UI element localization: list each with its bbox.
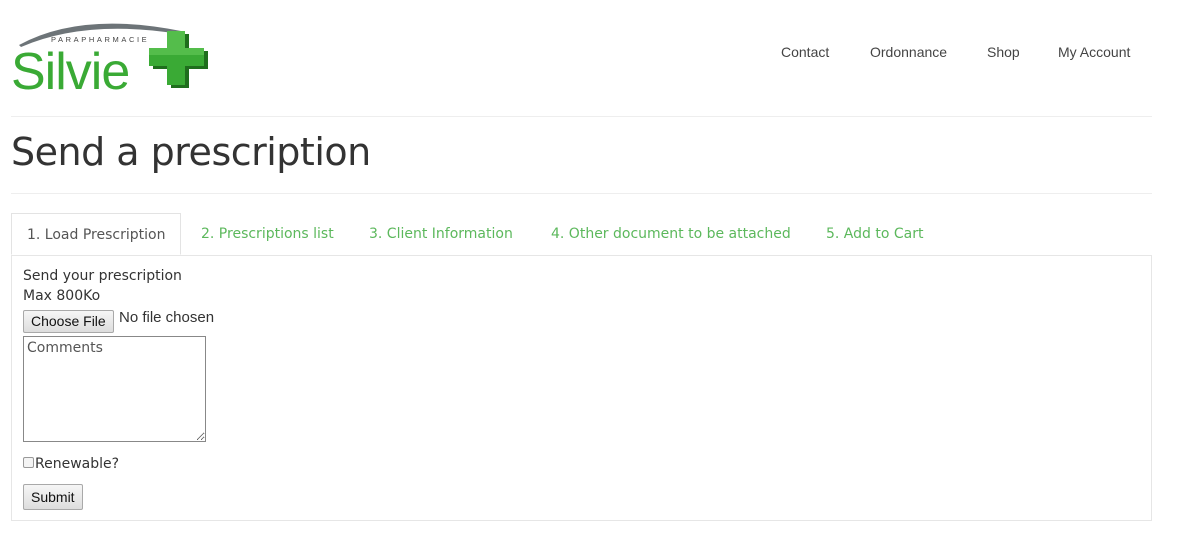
nav-link-my-account[interactable]: My Account bbox=[1058, 44, 1130, 60]
page-title: Send a prescription bbox=[11, 130, 371, 174]
header-divider bbox=[11, 116, 1152, 117]
tab-add-to-cart[interactable]: 5. Add to Cart bbox=[826, 213, 923, 255]
comments-textarea[interactable] bbox=[23, 336, 206, 442]
tab-prescriptions-list[interactable]: 2. Prescriptions list bbox=[201, 213, 334, 255]
site-header: PARAPHARMACIE Silvie Contact Ordonnance … bbox=[0, 0, 1187, 117]
renewable-label: Renewable? bbox=[35, 456, 120, 472]
nav-link-ordonnance[interactable]: Ordonnance bbox=[870, 44, 947, 60]
main-nav: Contact Ordonnance Shop My Account bbox=[0, 44, 1187, 64]
tab-panel-load-prescription: Send your prescription Max 800Ko Choose … bbox=[11, 255, 1152, 521]
form-heading: Send your prescription bbox=[23, 268, 182, 284]
renewable-checkbox[interactable] bbox=[23, 457, 34, 468]
prescription-tabs: 1. Load Prescription 2. Prescriptions li… bbox=[11, 213, 1152, 256]
tab-load-prescription[interactable]: 1. Load Prescription bbox=[11, 213, 182, 255]
file-status-text: No file chosen bbox=[119, 309, 215, 326]
choose-file-button[interactable]: Choose File bbox=[23, 310, 114, 333]
submit-button[interactable]: Submit bbox=[23, 484, 83, 510]
nav-link-shop[interactable]: Shop bbox=[987, 44, 1020, 60]
title-divider bbox=[11, 193, 1152, 194]
tab-other-document[interactable]: 4. Other document to be attached bbox=[551, 213, 791, 255]
nav-link-contact[interactable]: Contact bbox=[781, 44, 829, 60]
tab-client-information[interactable]: 3. Client Information bbox=[369, 213, 513, 255]
max-size-note: Max 800Ko bbox=[23, 288, 101, 304]
